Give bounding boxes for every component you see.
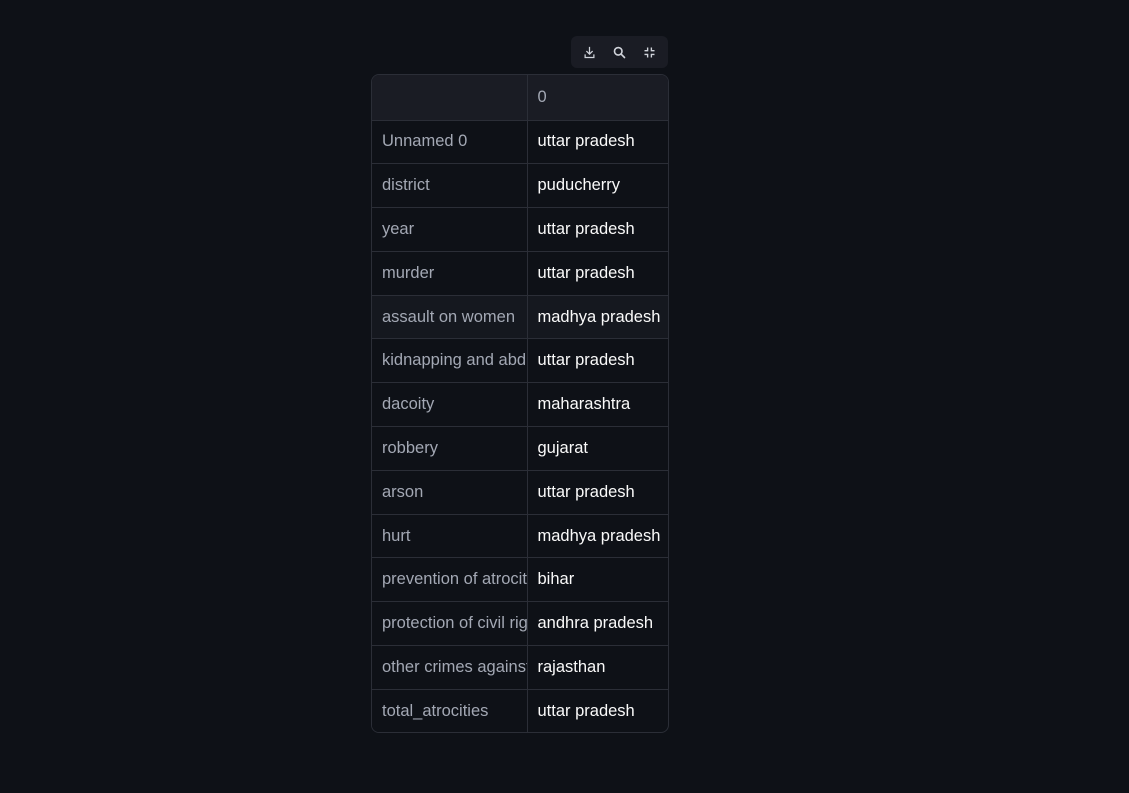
row-label[interactable]: hurt — [372, 514, 528, 559]
cell-value[interactable]: uttar pradesh — [527, 470, 668, 515]
cell-value[interactable]: puducherry — [527, 163, 668, 209]
search-icon — [613, 46, 626, 58]
dataframe-toolbar — [571, 36, 668, 68]
download-icon — [584, 46, 595, 58]
search-button[interactable] — [606, 39, 632, 65]
table-row: assault on women madhya pradesh — [372, 295, 668, 340]
row-label[interactable]: assault on women — [372, 295, 528, 340]
row-label[interactable]: year — [372, 207, 528, 252]
header-row: 0 — [372, 75, 668, 121]
row-label[interactable]: total_atrocities — [372, 689, 528, 732]
exit-fullscreen-button[interactable] — [636, 39, 662, 65]
table-row: total_atrocities uttar pradesh — [372, 689, 668, 732]
exit-fullscreen-icon — [644, 47, 655, 57]
row-label[interactable]: murder — [372, 251, 528, 296]
table-row: robbery gujarat — [372, 426, 668, 471]
cell-value[interactable]: uttar pradesh — [527, 689, 668, 732]
row-label[interactable]: district — [372, 163, 528, 209]
cell-value[interactable]: maharashtra — [527, 382, 668, 428]
row-label[interactable]: protection of civil rights — [372, 601, 528, 647]
column-header-0[interactable]: 0 — [527, 75, 668, 121]
cell-value[interactable]: uttar pradesh — [527, 207, 668, 252]
cell-value[interactable]: madhya pradesh — [527, 295, 668, 340]
cell-value[interactable]: rajasthan — [527, 645, 668, 690]
cell-value[interactable]: andhra pradesh — [527, 601, 668, 647]
table-row: kidnapping and abductionuttar pradesh — [372, 338, 668, 384]
data-table: 0 Unnamed 0 uttar pradesh district puducher… — [372, 75, 668, 732]
dataframe[interactable]: 0 Unnamed 0 uttar pradesh district puducher… — [371, 74, 669, 733]
cell-value[interactable]: madhya pradesh — [527, 514, 668, 559]
row-label[interactable]: kidnapping and abduction — [372, 338, 528, 384]
cell-value[interactable]: uttar pradesh — [527, 120, 668, 165]
cell-value[interactable]: gujarat — [527, 426, 668, 471]
index-header[interactable] — [372, 75, 528, 121]
download-button[interactable] — [577, 39, 603, 65]
table-row: arson uttar pradesh — [372, 470, 668, 515]
table-row: district puducherry — [372, 163, 668, 209]
row-label[interactable]: arson — [372, 470, 528, 515]
table-row: other crimes against rajasthan — [372, 645, 668, 690]
table-row: prevention of atrocitiesbihar — [372, 557, 668, 603]
cell-value[interactable]: uttar pradesh — [527, 251, 668, 296]
row-label[interactable]: other crimes against — [372, 645, 528, 690]
table-row: year uttar pradesh — [372, 207, 668, 252]
table-row: dacoity maharashtra — [372, 382, 668, 428]
row-label[interactable]: robbery — [372, 426, 528, 471]
row-label[interactable]: prevention of atrocities — [372, 557, 528, 603]
row-label[interactable]: Unnamed 0 — [372, 120, 528, 165]
table-row: protection of civil rightsandhra pradesh — [372, 601, 668, 647]
table-row: murder uttar pradesh — [372, 251, 668, 296]
row-label[interactable]: dacoity — [372, 382, 528, 428]
table-row: hurt madhya pradesh — [372, 514, 668, 559]
table-row: Unnamed 0 uttar pradesh — [372, 120, 668, 165]
cell-value[interactable]: bihar — [527, 557, 668, 603]
cell-value[interactable]: uttar pradesh — [527, 338, 668, 384]
